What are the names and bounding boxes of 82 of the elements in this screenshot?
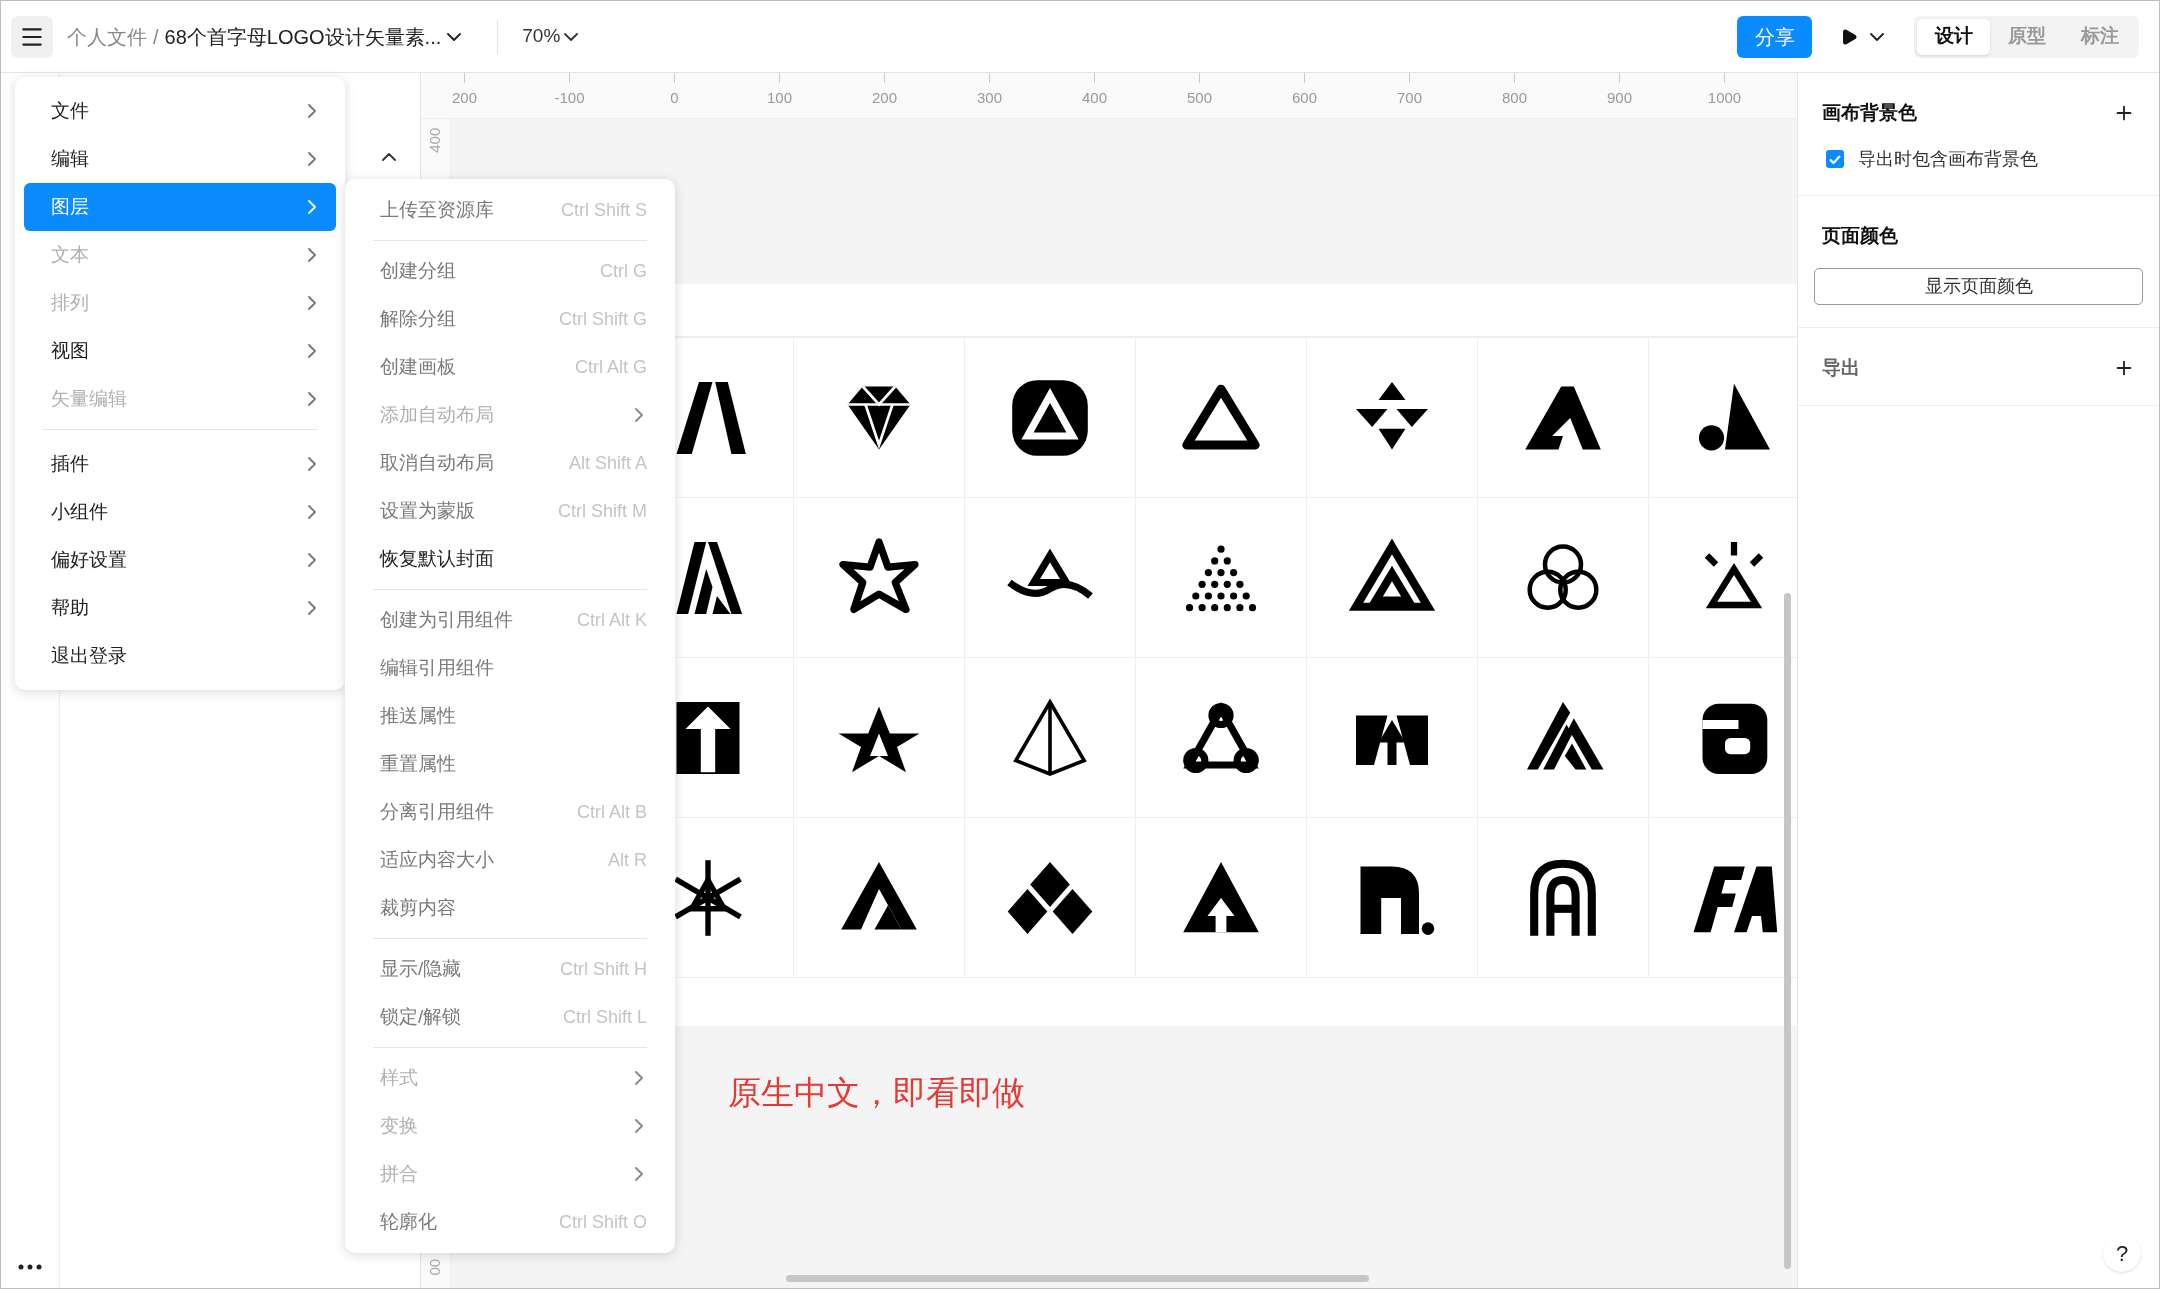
- help-button[interactable]: ?: [2103, 1234, 2141, 1272]
- more-icon[interactable]: [18, 1264, 42, 1270]
- breadcrumb-separator: /: [153, 24, 159, 50]
- play-icon[interactable]: [1840, 27, 1858, 46]
- submenu-item[interactable]: 上传至资源库 Ctrl Shift S: [373, 186, 647, 234]
- chevron-right-icon: [308, 344, 316, 358]
- ruler-label: 00: [425, 1258, 445, 1276]
- ruler-label: 300: [977, 88, 1002, 108]
- chevron-right-icon: [308, 553, 316, 567]
- ruler-label: -100: [554, 88, 585, 108]
- submenu-item[interactable]: 取消自动布局 Alt Shift A: [373, 439, 647, 487]
- chevron-down-icon: [447, 32, 462, 41]
- breadcrumb-link[interactable]: 个人文件: [67, 21, 147, 52]
- ruler-label: 500: [1187, 88, 1212, 108]
- menu-item[interactable]: 编辑: [24, 135, 336, 183]
- section-title: 页面颜色: [1822, 223, 1898, 248]
- menu-item[interactable]: 视图: [24, 327, 336, 375]
- chevron-right-icon: [635, 1119, 643, 1133]
- chevron-right-icon: [308, 296, 316, 310]
- checkbox[interactable]: [1826, 150, 1844, 168]
- ruler-label: 200: [452, 88, 477, 108]
- canvas-caption: 原生中文，即看即做: [728, 1074, 1025, 1111]
- ruler-label: 400: [425, 127, 445, 153]
- submenu-item[interactable]: 锁定/解锁 Ctrl Shift L: [373, 993, 647, 1041]
- ruler-label: 400: [1082, 88, 1107, 108]
- file-title-dropdown[interactable]: 68个首字母LOGO设计矢量素...: [164, 21, 462, 52]
- menu-item[interactable]: 偏好设置: [24, 536, 336, 584]
- chevron-right-icon: [308, 200, 316, 214]
- menu-item[interactable]: 退出登录: [24, 632, 336, 680]
- menu-item[interactable]: 小组件: [24, 488, 336, 536]
- ruler-label: 800: [1502, 88, 1527, 108]
- chevron-right-icon: [308, 104, 316, 118]
- horizontal-scrollbar[interactable]: [786, 1275, 1369, 1282]
- submenu-item[interactable]: 裁剪内容: [373, 884, 647, 932]
- submenu-item[interactable]: 创建分组 Ctrl G: [373, 247, 647, 295]
- chevron-right-icon: [308, 457, 316, 471]
- submenu-item[interactable]: 推送属性: [373, 692, 647, 740]
- ruler-label: 1000: [1707, 88, 1742, 108]
- submenu-item[interactable]: 创建画板 Ctrl Alt G: [373, 343, 647, 391]
- mode-tab[interactable]: 设计: [1917, 18, 1990, 55]
- checkbox-label: 导出时包含画布背景色: [1858, 147, 2038, 171]
- chevron-right-icon: [635, 1167, 643, 1181]
- ruler-label: 100: [767, 88, 792, 108]
- share-button[interactable]: 分享: [1737, 15, 1812, 58]
- section-title: 导出: [1822, 356, 1860, 380]
- mode-tab[interactable]: 标注: [2063, 18, 2136, 55]
- submenu-item[interactable]: 编辑引用组件: [373, 644, 647, 692]
- submenu-item[interactable]: 创建为引用组件 Ctrl Alt K: [373, 596, 647, 644]
- menu-item[interactable]: 帮助: [24, 584, 336, 632]
- submenu-item[interactable]: 分离引用组件 Ctrl Alt B: [373, 788, 647, 836]
- ruler-label: 200: [872, 88, 897, 108]
- chevron-right-icon: [308, 392, 316, 406]
- chevron-right-icon: [635, 1071, 643, 1085]
- chevron-right-icon: [308, 505, 316, 519]
- submenu-item[interactable]: 轮廓化 Ctrl Shift O: [373, 1198, 647, 1246]
- chevron-right-icon: [308, 152, 316, 166]
- submenu-item[interactable]: 设置为蒙版 Ctrl Shift M: [373, 487, 647, 535]
- submenu-item[interactable]: 解除分组 Ctrl Shift G: [373, 295, 647, 343]
- check-icon: [1829, 154, 1841, 164]
- submenu-item[interactable]: 恢复默认封面: [373, 535, 647, 583]
- menu-item[interactable]: 文件: [24, 87, 336, 135]
- ruler-label: 700: [1397, 88, 1422, 108]
- menu-item[interactable]: 图层: [24, 183, 336, 231]
- section-title: 画布背景色: [1822, 101, 1917, 125]
- zoom-dropdown[interactable]: 70%: [522, 22, 579, 51]
- chevron-right-icon: [308, 601, 316, 615]
- chevron-right-icon: [308, 248, 316, 262]
- vertical-scrollbar[interactable]: [1784, 593, 1791, 1269]
- submenu-item[interactable]: 适应内容大小 Alt R: [373, 836, 647, 884]
- ruler-label: 0: [670, 88, 679, 108]
- menu-button[interactable]: [11, 15, 53, 58]
- ruler-label: 600: [1292, 88, 1317, 108]
- show-page-color-button[interactable]: 显示页面颜色: [1814, 268, 2143, 305]
- submenu-item[interactable]: 重置属性: [373, 740, 647, 788]
- chevron-down-icon[interactable]: [1870, 32, 1884, 41]
- ruler-label: 900: [1607, 88, 1632, 108]
- chevron-up-icon[interactable]: [382, 153, 396, 161]
- chevron-right-icon: [635, 408, 643, 422]
- menu-item[interactable]: 插件: [24, 440, 336, 488]
- submenu-item[interactable]: 显示/隐藏 Ctrl Shift H: [373, 945, 647, 993]
- chevron-down-icon: [564, 32, 579, 41]
- mode-tab[interactable]: 原型: [1990, 18, 2063, 55]
